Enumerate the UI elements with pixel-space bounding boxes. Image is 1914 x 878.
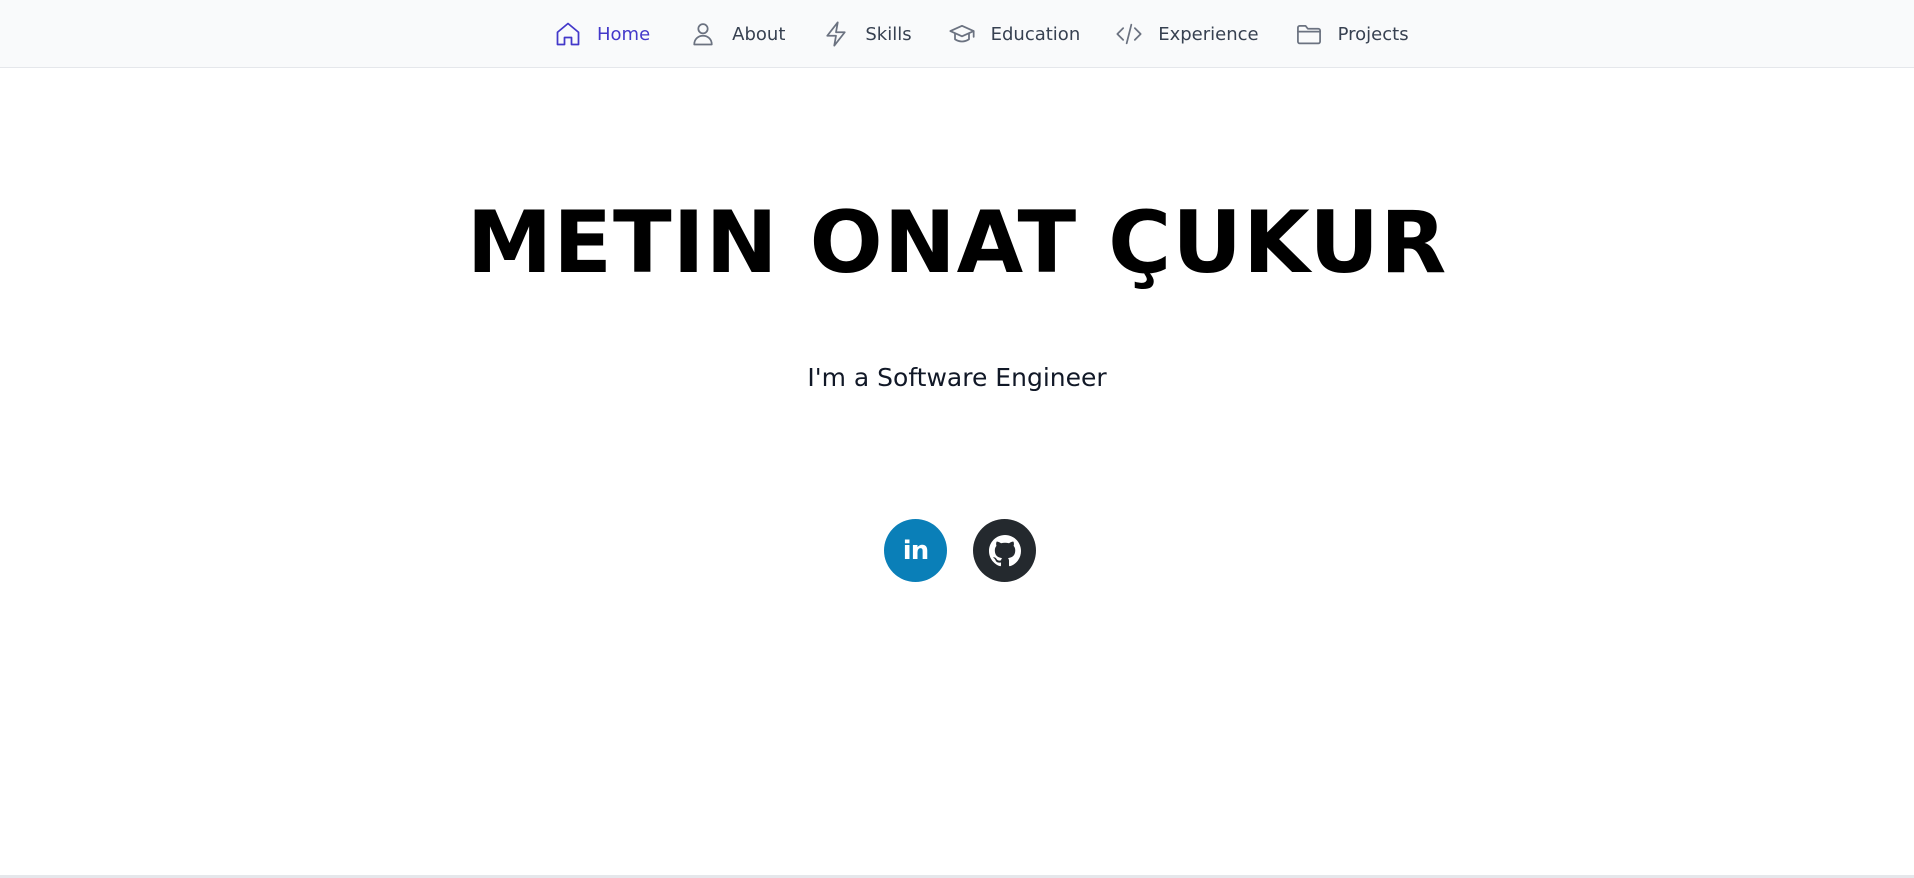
nav-item-label: Skills	[865, 23, 912, 45]
nav-item-label: Education	[990, 23, 1081, 45]
nav-item-label: Experience	[1158, 23, 1259, 45]
code-icon	[1114, 19, 1144, 49]
social-links: in	[884, 519, 1036, 582]
lightning-icon	[821, 19, 851, 49]
hero-title: METIN ONAT ÇUKUR	[466, 193, 1448, 293]
top-navbar: Home About Skills Education Experience P…	[0, 0, 1914, 68]
nav-item-about[interactable]: About	[688, 0, 785, 68]
nav-item-skills[interactable]: Skills	[821, 0, 912, 68]
github-icon	[988, 534, 1021, 566]
linkedin-icon: in	[902, 535, 929, 566]
nav-item-label: Projects	[1337, 23, 1409, 45]
home-icon	[553, 19, 583, 49]
nav-item-experience[interactable]: Experience	[1114, 0, 1259, 68]
folder-icon	[1294, 19, 1324, 49]
nav-item-projects[interactable]: Projects	[1294, 0, 1409, 68]
nav-list: Home About Skills Education Experience P…	[553, 0, 1409, 68]
nav-item-label: About	[732, 23, 786, 45]
hero-subtitle: I'm a Software Engineer	[807, 363, 1107, 392]
user-icon	[688, 19, 718, 49]
nav-item-education[interactable]: Education	[947, 0, 1081, 68]
nav-item-home[interactable]: Home	[553, 0, 650, 68]
github-button[interactable]	[973, 519, 1036, 582]
graduation-cap-icon	[947, 19, 977, 49]
linkedin-button[interactable]: in	[884, 519, 947, 582]
nav-item-label: Home	[597, 23, 651, 45]
